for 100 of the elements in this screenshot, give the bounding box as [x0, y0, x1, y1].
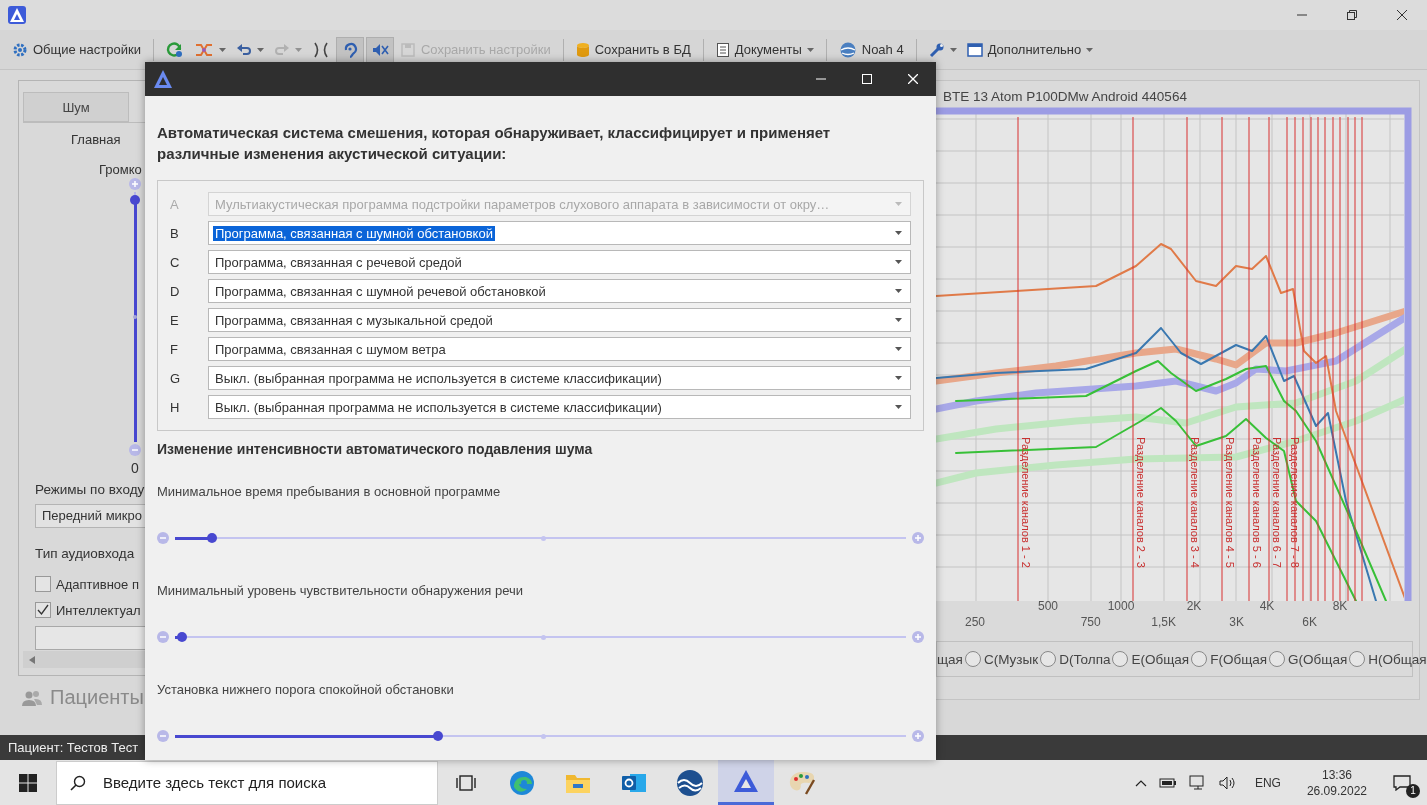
volume-value: 0	[131, 460, 139, 476]
program-option-label[interactable]: щая	[937, 651, 963, 667]
undo-icon	[235, 41, 252, 58]
scroll-left-arrow-icon[interactable]	[29, 655, 35, 664]
program-option-label[interactable]: E(Общая	[1131, 651, 1190, 667]
axis-tick-label: 6K	[1302, 615, 1318, 629]
toolbar-button[interactable]: Документы	[711, 36, 818, 63]
caret-icon	[895, 405, 902, 409]
slider[interactable]	[175, 532, 906, 544]
program-option-label[interactable]: G(Общая	[1288, 651, 1348, 667]
caret-icon	[1086, 47, 1094, 52]
wave-app-icon[interactable]	[676, 768, 704, 797]
paint-palette-icon[interactable]	[788, 769, 816, 796]
toolbar-button[interactable]: Сохранить в БД	[571, 36, 695, 63]
axis-tick-label: 1,5K	[1151, 615, 1177, 629]
notification-icon[interactable]	[1393, 774, 1411, 791]
redo-icon	[273, 41, 290, 58]
save-icon	[399, 41, 416, 58]
chevron-up-icon[interactable]	[1134, 778, 1147, 787]
program-option-label[interactable]: H(Общая	[1368, 651, 1427, 667]
speaker-icon[interactable]	[1218, 774, 1237, 791]
caret-icon	[895, 289, 902, 293]
slider-label: Минимальный уровень чувствительности обнаружения речи	[157, 583, 525, 600]
toolbar-icon-button[interactable]	[365, 36, 394, 63]
input-mode-select[interactable]: Передний микро	[35, 504, 147, 528]
windows-start-icon[interactable]	[19, 773, 37, 792]
radio-button[interactable]	[1040, 651, 1057, 667]
axis-tick-label: 250	[965, 615, 985, 629]
caret-icon	[895, 260, 902, 264]
program-dropdown[interactable]: Выкл. (выбранная программа не используется в системе классификации)	[208, 366, 911, 390]
checkbox[interactable]	[35, 602, 51, 618]
brackets-icon	[311, 41, 330, 58]
channel-divider-label: Разделение каналов 2 - 3	[1135, 437, 1147, 568]
program-dropdown[interactable]: Программа, связанная с шумной обстановкой	[208, 221, 911, 245]
slider-label: Установка нижнего порога спокойной обстановки	[157, 682, 455, 699]
radio-button[interactable]	[1112, 651, 1129, 667]
network-icon[interactable]	[1188, 774, 1207, 791]
close-icon	[908, 74, 918, 84]
program-dropdown[interactable]: Выкл. (выбранная программа не используется в системе классификации)	[208, 395, 911, 419]
program-dropdown[interactable]: Программа, связанная с музыкальной средой	[208, 308, 911, 332]
search-icon	[70, 774, 86, 791]
task-view-icon[interactable]	[456, 773, 476, 792]
checkbox[interactable]	[35, 576, 51, 592]
channel-divider-label: Разделение каналов 7 - 8	[1289, 437, 1301, 568]
caret-icon	[895, 202, 902, 206]
toolbar-button[interactable]: Дополнительно	[962, 36, 1098, 63]
caret-icon	[256, 47, 264, 52]
checkbox-label: Интеллектуал	[56, 602, 141, 618]
section-title: Главная	[71, 132, 122, 149]
program-option-label[interactable]: C(Музык	[983, 651, 1039, 667]
volume-slider[interactable]	[129, 192, 141, 442]
app-logo-icon[interactable]	[733, 768, 759, 794]
program-letter: C	[170, 254, 181, 270]
refresh-gear-icon	[165, 40, 184, 59]
slider-thumb[interactable]	[206, 533, 217, 543]
program-option-label[interactable]: D(Толпа	[1059, 651, 1111, 667]
slider[interactable]	[175, 631, 906, 643]
channel-divider-label: Разделение каналов 4 - 5	[1224, 437, 1236, 568]
program-letter: F	[170, 341, 179, 357]
slider-thumb[interactable]	[130, 194, 140, 205]
restore-icon	[1347, 10, 1357, 20]
gear-icon	[12, 41, 28, 58]
program-dropdown[interactable]: Программа, связанная с речевой средой	[208, 250, 911, 274]
language-indicator[interactable]: ENG	[1254, 775, 1281, 790]
radio-button[interactable]	[964, 651, 981, 667]
radio-button[interactable]	[1349, 651, 1366, 667]
program-dropdown[interactable]: Программа, связанная с шумом ветра	[208, 337, 911, 361]
dialog-heading: Автоматическая система смешения, которая обнаруживает, классифицирует и применяет различные изменения акустической ситуации:	[157, 123, 832, 164]
program-letter: A	[170, 196, 180, 212]
clock[interactable]: 13:36 26.09.2022	[1306, 767, 1367, 798]
caret-icon	[895, 347, 902, 351]
channel-divider-label: Разделение каналов 6 - 7	[1271, 437, 1283, 568]
axis-tick-label: 8K	[1332, 599, 1348, 613]
toolbar-button[interactable]: Общие настройки	[8, 36, 145, 63]
maximize-icon	[862, 74, 872, 84]
caret-icon	[895, 376, 902, 380]
database-icon	[575, 41, 590, 58]
toolbar-button[interactable]: Noah 4	[834, 36, 908, 63]
slider-thumb[interactable]	[433, 731, 444, 741]
slider[interactable]	[175, 730, 906, 742]
date-text: 26.09.2022	[1306, 783, 1367, 798]
program-dropdown[interactable]: Программа, связанная с шумной речевой обстановкой	[208, 279, 911, 303]
radio-button[interactable]	[1191, 651, 1208, 667]
close-icon	[1397, 10, 1407, 20]
browser-icon[interactable]	[509, 769, 535, 796]
program-letter: B	[170, 225, 180, 241]
radio-button[interactable]	[1269, 651, 1286, 667]
field-label: Тип аудиовхода	[35, 546, 136, 563]
tab[interactable]: Шум	[23, 92, 129, 122]
toolbar-icon-button[interactable]	[335, 36, 364, 63]
field-label: Режимы по входу	[35, 482, 146, 499]
battery-icon[interactable]	[1158, 776, 1177, 789]
program-option-label[interactable]: F(Общая	[1210, 651, 1268, 667]
caret-icon	[895, 318, 902, 322]
globe-icon	[838, 40, 857, 59]
caret-icon	[806, 47, 814, 52]
axis-tick-label: 750	[1080, 615, 1101, 629]
slider-thumb[interactable]	[177, 632, 188, 642]
channel-divider-label: Разделение каналов 5 - 6	[1251, 437, 1263, 568]
search-field[interactable]: Введите здесь текст для поиска	[56, 760, 438, 805]
